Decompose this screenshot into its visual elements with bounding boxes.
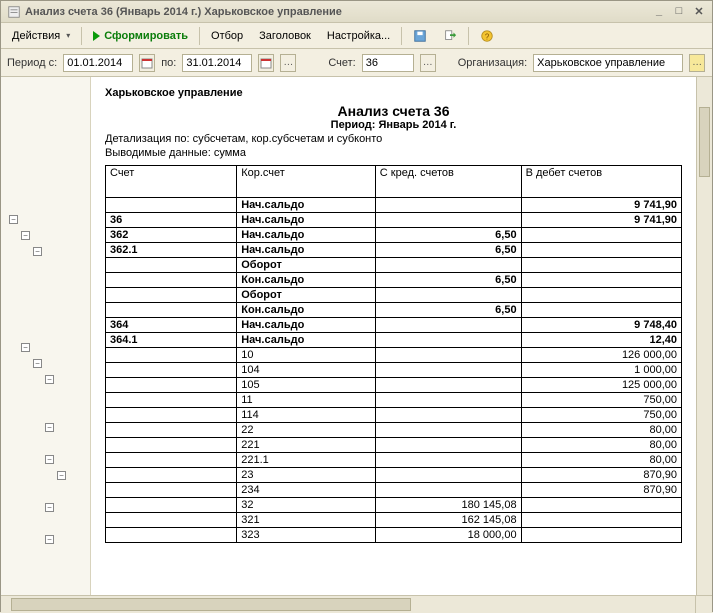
help-icon: ? [480,29,494,43]
table-row: 36Нач.сальдо9 741,90 [106,213,682,228]
table-row: 105125 000,00 [106,378,682,393]
report-body: Харьковское управление Анализ счета 36 П… [91,77,696,595]
date-to-input[interactable]: 31.01.2014 [182,54,252,72]
svg-text:?: ? [485,32,490,41]
table-row: 10126 000,00 [106,348,682,363]
export-icon [443,29,457,43]
org-picker[interactable]: … [689,54,705,72]
toolbar: Действия▾ Сформировать Отбор Заголовок Н… [1,23,712,49]
report-detail: Детализация по: субсчетам, кор.субсчетам… [105,133,682,145]
table-row: 114750,00 [106,408,682,423]
table-row: 1041 000,00 [106,363,682,378]
tree-node[interactable]: − [45,455,54,464]
window-title: Анализ счета 36 (Январь 2014 г.) Харьков… [25,6,652,18]
account-picker[interactable]: … [420,54,436,72]
report-org: Харьковское управление [105,87,682,99]
org-label: Организация: [458,57,527,69]
table-row: 32318 000,00 [106,528,682,543]
table-row: 11750,00 [106,393,682,408]
col-debit: В дебет счетов [521,166,681,198]
report-output: Выводимые данные: сумма [105,147,682,159]
vertical-scrollbar[interactable] [696,77,712,595]
table-row: 2280,00 [106,423,682,438]
outline-gutter[interactable]: − − − − − − − − − − − [1,77,91,595]
table-row: 221.180,00 [106,453,682,468]
header-button[interactable]: Заголовок [252,27,318,45]
titlebar: Анализ счета 36 (Январь 2014 г.) Харьков… [1,1,712,23]
org-input[interactable]: Харьковское управление [533,54,683,72]
resize-grip[interactable] [696,596,712,613]
table-header-row: Счет Кор.счет С кред. счетов В дебет сче… [106,166,682,198]
close-button[interactable]: ✕ [692,5,706,18]
table-row: 32180 145,08 [106,498,682,513]
filter-button[interactable]: Отбор [204,27,250,45]
tree-node[interactable]: − [21,343,30,352]
tree-node[interactable]: − [33,359,42,368]
tree-node[interactable]: − [45,423,54,432]
date-from-picker[interactable] [139,54,155,72]
help-button[interactable]: ? [473,26,501,46]
col-cor-account: Кор.счет [237,166,376,198]
account-label: Счет: [328,57,355,69]
col-account: Счет [106,166,237,198]
horizontal-scrollbar[interactable] [1,596,696,613]
statusbar [1,595,712,613]
settings-button[interactable]: Настройка... [320,27,397,45]
chevron-down-icon: ▾ [66,31,70,40]
table-row: 321162 145,08 [106,513,682,528]
table-row: 23870,90 [106,468,682,483]
tree-node[interactable]: − [57,471,66,480]
minimize-button[interactable]: _ [652,5,666,18]
tree-node[interactable]: − [9,215,18,224]
tree-node[interactable]: − [45,503,54,512]
scrollbar-thumb[interactable] [699,107,710,177]
tree-node[interactable]: − [45,375,54,384]
run-button[interactable]: Сформировать [86,27,195,45]
table-row: 362.1Нач.сальдо6,50 [106,243,682,258]
export-icon-button[interactable] [436,26,464,46]
table-row: 22180,00 [106,438,682,453]
report-area: − − − − − − − − − − − Харьковское управл… [1,77,712,595]
table-row: 234870,90 [106,483,682,498]
report-table: Счет Кор.счет С кред. счетов В дебет сче… [105,165,682,543]
app-icon [7,5,21,19]
table-row: 364Нач.сальдо9 748,40 [106,318,682,333]
table-row: Кон.сальдо6,50 [106,273,682,288]
actions-menu[interactable]: Действия▾ [5,27,77,45]
date-from-input[interactable]: 01.01.2014 [63,54,133,72]
maximize-button[interactable]: □ [672,5,686,18]
table-row: 362Нач.сальдо6,50 [106,228,682,243]
tree-node[interactable]: − [33,247,42,256]
calendar-icon [141,57,153,69]
col-credit: С кред. счетов [375,166,521,198]
date-to-picker[interactable] [258,54,274,72]
tree-node[interactable]: − [21,231,30,240]
play-icon [93,31,100,41]
table-row: Нач.сальдо9 741,90 [106,198,682,213]
tree-node[interactable]: − [45,535,54,544]
account-input[interactable]: 36 [362,54,414,72]
scrollbar-thumb[interactable] [11,598,411,611]
period-picker[interactable]: … [280,54,296,72]
calendar-icon [260,57,272,69]
table-row: Оборот [106,288,682,303]
save-icon [413,29,427,43]
params-bar: Период с: 01.01.2014 по: 31.01.2014 … Сч… [1,49,712,77]
save-icon-button[interactable] [406,26,434,46]
period-from-label: Период с: [7,57,57,69]
report-title: Анализ счета 36 [105,103,682,119]
table-row: Кон.сальдо6,50 [106,303,682,318]
table-row: Оборот [106,258,682,273]
table-row: 364.1Нач.сальдо12,40 [106,333,682,348]
period-to-label: по: [161,57,176,69]
report-period: Период: Январь 2014 г. [105,119,682,131]
